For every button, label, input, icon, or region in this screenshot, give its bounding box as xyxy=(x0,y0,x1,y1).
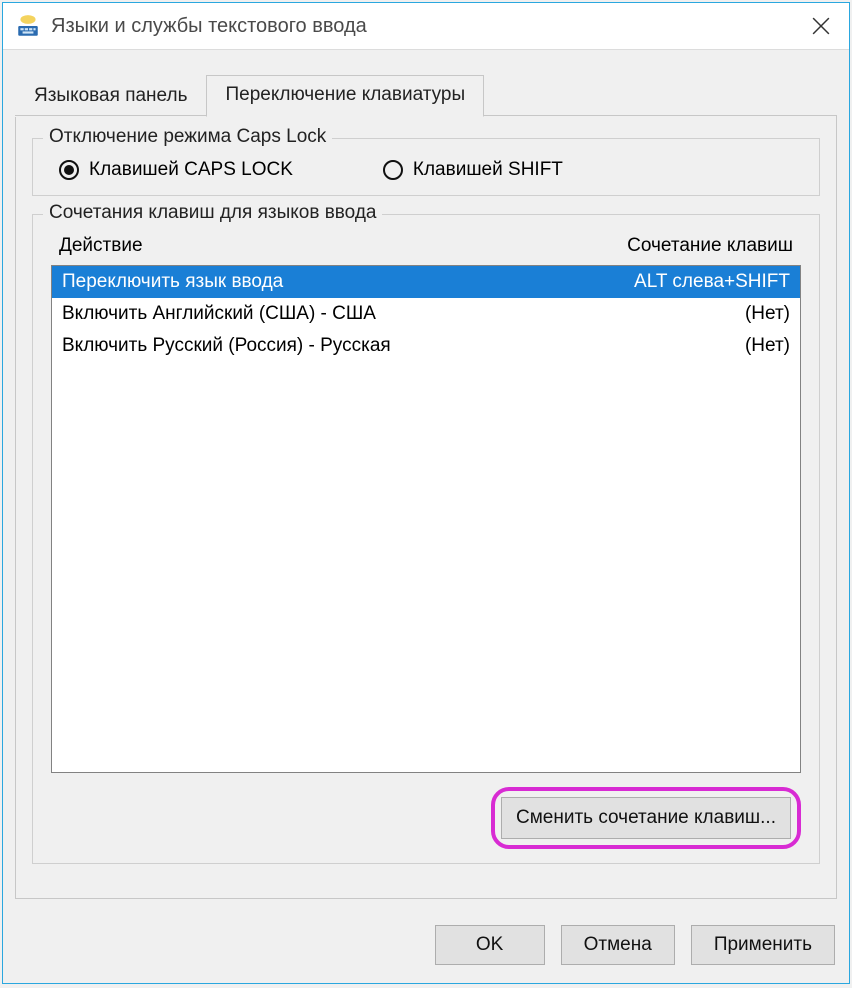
titlebar: Языки и службы текстового ввода xyxy=(3,3,849,49)
hotkeys-group-title: Сочетания клавиш для языков ввода xyxy=(43,202,382,224)
header-action: Действие xyxy=(59,235,627,257)
list-item[interactable]: Включить Русский (Россия) - Русская (Нет… xyxy=(52,330,800,362)
radio-icon xyxy=(59,160,79,180)
list-item-combo: (Нет) xyxy=(745,335,790,357)
cancel-button[interactable]: Отмена xyxy=(561,925,675,965)
tab-label: Языковая панель xyxy=(34,85,187,106)
list-item-action: Включить Английский (США) - США xyxy=(62,303,745,325)
caps-lock-options: Клавишей CAPS LOCK Клавишей SHIFT xyxy=(59,159,801,181)
client-area: Языковая панель Переключение клавиатуры … xyxy=(3,49,849,983)
highlight-annotation: Сменить сочетание клавиш... xyxy=(491,787,801,849)
radio-shift-key[interactable]: Клавишей SHIFT xyxy=(383,159,563,181)
list-item-combo: ALT слева+SHIFT xyxy=(634,271,790,293)
below-list-row: Сменить сочетание клавиш... xyxy=(51,787,801,849)
list-item[interactable]: Переключить язык ввода ALT слева+SHIFT xyxy=(52,266,800,298)
dialog-window: Языки и службы текстового ввода Языковая… xyxy=(2,2,850,984)
window-title: Языки и службы текстового ввода xyxy=(51,15,795,38)
tab-keyboard-switch[interactable]: Переключение клавиатуры xyxy=(206,75,484,117)
close-icon xyxy=(812,17,830,35)
change-hotkey-button[interactable]: Сменить сочетание клавиш... xyxy=(501,797,791,839)
radio-label: Клавишей SHIFT xyxy=(413,159,563,181)
list-headers: Действие Сочетание клавиш xyxy=(51,229,801,265)
radio-caps-lock-key[interactable]: Клавишей CAPS LOCK xyxy=(59,159,293,181)
tab-panel: Отключение режима Caps Lock Клавишей CAP… xyxy=(15,116,837,899)
app-icon xyxy=(15,13,41,39)
list-item[interactable]: Включить Английский (США) - США (Нет) xyxy=(52,298,800,330)
hotkeys-list[interactable]: Переключить язык ввода ALT слева+SHIFT В… xyxy=(51,265,801,773)
ok-button[interactable]: OK xyxy=(435,925,545,965)
apply-button[interactable]: Применить xyxy=(691,925,835,965)
radio-label: Клавишей CAPS LOCK xyxy=(89,159,293,181)
tab-language-bar[interactable]: Языковая панель xyxy=(15,76,206,117)
caps-lock-group: Отключение режима Caps Lock Клавишей CAP… xyxy=(32,138,820,196)
tab-strip: Языковая панель Переключение клавиатуры xyxy=(3,50,849,116)
tab-label: Переключение клавиатуры xyxy=(225,84,465,105)
list-item-action: Переключить язык ввода xyxy=(62,271,634,293)
list-item-action: Включить Русский (Россия) - Русская xyxy=(62,335,745,357)
hotkeys-group: Сочетания клавиш для языков ввода Действ… xyxy=(32,214,820,864)
close-button[interactable] xyxy=(795,7,847,45)
caps-lock-group-title: Отключение режима Caps Lock xyxy=(43,126,332,148)
dialog-buttons: OK Отмена Применить xyxy=(3,911,849,983)
header-combo: Сочетание клавиш xyxy=(627,235,793,257)
list-item-combo: (Нет) xyxy=(745,303,790,325)
radio-icon xyxy=(383,160,403,180)
